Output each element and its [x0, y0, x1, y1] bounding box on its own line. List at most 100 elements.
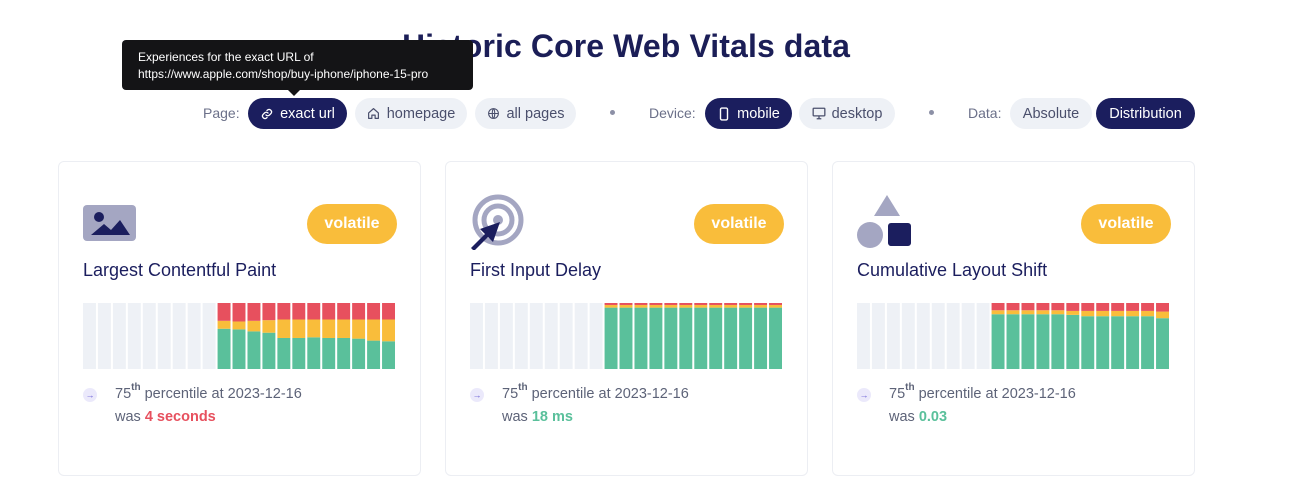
bar-segment-good	[634, 307, 648, 369]
bar-segment-good	[1036, 314, 1050, 369]
metric-card-cls: volatile Cumulative Layout Shift → 75th …	[832, 161, 1195, 476]
bar-segment-good	[619, 307, 633, 369]
bar-segment-needs-improvement	[1006, 310, 1020, 315]
was-label: was	[889, 409, 919, 425]
bar-segment-poor	[217, 303, 231, 321]
tooltip-line-2: https://www.apple.com/shop/buy-iphone/ip…	[138, 67, 429, 81]
bar-segment-poor	[1081, 303, 1095, 311]
cls-distribution-chart	[857, 303, 1169, 369]
globe-icon	[486, 107, 500, 121]
metric-card-fid: volatile First Input Delay → 75th percen…	[445, 161, 808, 476]
arrow-right-icon: →	[83, 388, 97, 402]
bar-segment-good	[247, 331, 261, 369]
metric-value: 18 ms	[531, 409, 573, 425]
bar-segment-poor	[322, 303, 336, 320]
bar-segment-poor	[991, 303, 1005, 311]
bar-segment-needs-improvement	[679, 304, 693, 308]
metric-title: Largest Contentful Paint	[83, 260, 277, 280]
bar-segment-good	[1141, 316, 1155, 369]
bar-segment-poor	[292, 303, 306, 320]
bar-segment-good	[1051, 314, 1065, 369]
percentile-number: 75	[889, 385, 906, 402]
bar-segment-needs-improvement	[277, 319, 291, 338]
status-badge: volatile	[694, 204, 784, 244]
bar-segment-good	[277, 337, 291, 369]
bar-segment-needs-improvement	[1036, 310, 1050, 315]
home-icon	[367, 107, 381, 121]
bar-segment-good	[1126, 316, 1140, 369]
page-option-label: homepage	[386, 105, 456, 122]
bar-segment-poor	[352, 303, 366, 320]
device-option-mobile[interactable]: mobile	[705, 98, 792, 129]
page-option-label: exact url	[280, 105, 335, 122]
percentile-suffix: th	[131, 382, 141, 393]
page-option-all-pages[interactable]: all pages	[475, 98, 576, 129]
percentile-text: percentile at 2023-12-16	[140, 385, 302, 402]
device-option-desktop[interactable]: desktop	[799, 98, 895, 129]
fid-distribution-chart	[470, 303, 782, 369]
separator-dot	[610, 110, 615, 115]
percentile-suffix: th	[905, 382, 915, 393]
empty-bar	[187, 303, 201, 369]
desktop-icon	[812, 107, 826, 121]
bar-segment-good	[739, 307, 753, 369]
bar-segment-needs-improvement	[262, 320, 276, 333]
empty-bar	[901, 303, 915, 369]
bar-segment-poor	[709, 303, 723, 305]
bar-segment-good	[694, 307, 708, 369]
percentile-text: percentile at 2023-12-16	[527, 385, 689, 402]
bar-segment-poor	[1126, 303, 1140, 311]
data-option-absolute[interactable]: Absolute	[1010, 98, 1092, 129]
empty-bar	[886, 303, 900, 369]
bar-segment-poor	[754, 303, 768, 305]
data-option-distribution[interactable]: Distribution	[1096, 98, 1195, 129]
bar-segment-good	[382, 341, 395, 369]
metric-value: 4 seconds	[144, 409, 216, 425]
bar-segment-good	[262, 332, 276, 369]
bar-segment-needs-improvement	[694, 304, 708, 308]
separator-dot	[929, 110, 934, 115]
bar-segment-needs-improvement	[769, 304, 782, 308]
metric-value: 0.03	[918, 409, 948, 425]
bar-segment-poor	[739, 303, 753, 305]
bar-segment-needs-improvement	[739, 304, 753, 308]
empty-bar	[857, 303, 870, 369]
bar-segment-poor	[679, 303, 693, 305]
bar-segment-poor	[769, 303, 782, 305]
bar-segment-needs-improvement	[232, 321, 246, 330]
empty-bar	[127, 303, 141, 369]
data-option-label: Distribution	[1109, 105, 1182, 122]
page-option-homepage[interactable]: homepage	[355, 98, 467, 129]
bar-segment-needs-improvement	[754, 304, 768, 308]
device-option-label: mobile	[737, 105, 780, 122]
data-option-label: Absolute	[1022, 105, 1080, 122]
tooltip: Experiences for the exact URL of https:/…	[122, 40, 473, 96]
bar-segment-good	[1096, 316, 1110, 369]
bar-segment-poor	[1111, 303, 1125, 311]
bar-segment-good	[1021, 314, 1035, 369]
shapes-icon	[856, 194, 912, 250]
percentile-suffix: th	[518, 382, 528, 393]
arrow-right-icon: →	[470, 388, 484, 402]
bar-segment-poor	[247, 303, 261, 321]
bar-segment-poor	[1141, 303, 1155, 311]
bar-segment-needs-improvement	[1156, 311, 1169, 319]
page-filter-label: Page:	[203, 105, 240, 121]
page-option-exact-url[interactable]: exact url	[248, 98, 347, 129]
bar-segment-good	[292, 337, 306, 369]
bar-segment-poor	[1096, 303, 1110, 311]
bar-segment-needs-improvement	[307, 319, 321, 338]
bar-segment-poor	[619, 303, 633, 305]
bar-segment-poor	[604, 303, 618, 305]
percentile-text: percentile at 2023-12-16	[914, 385, 1076, 402]
filter-bar: Page: exact url homepage all pages Devic…	[0, 97, 1292, 129]
bar-segment-needs-improvement	[1126, 310, 1140, 317]
bar-segment-needs-improvement	[709, 304, 723, 308]
bar-segment-good	[1111, 316, 1125, 369]
bar-segment-needs-improvement	[1111, 310, 1125, 317]
bar-segment-needs-improvement	[634, 304, 648, 308]
empty-bar	[172, 303, 186, 369]
bar-segment-poor	[232, 303, 246, 322]
bar-segment-poor	[262, 303, 276, 321]
bar-segment-poor	[1006, 303, 1020, 311]
